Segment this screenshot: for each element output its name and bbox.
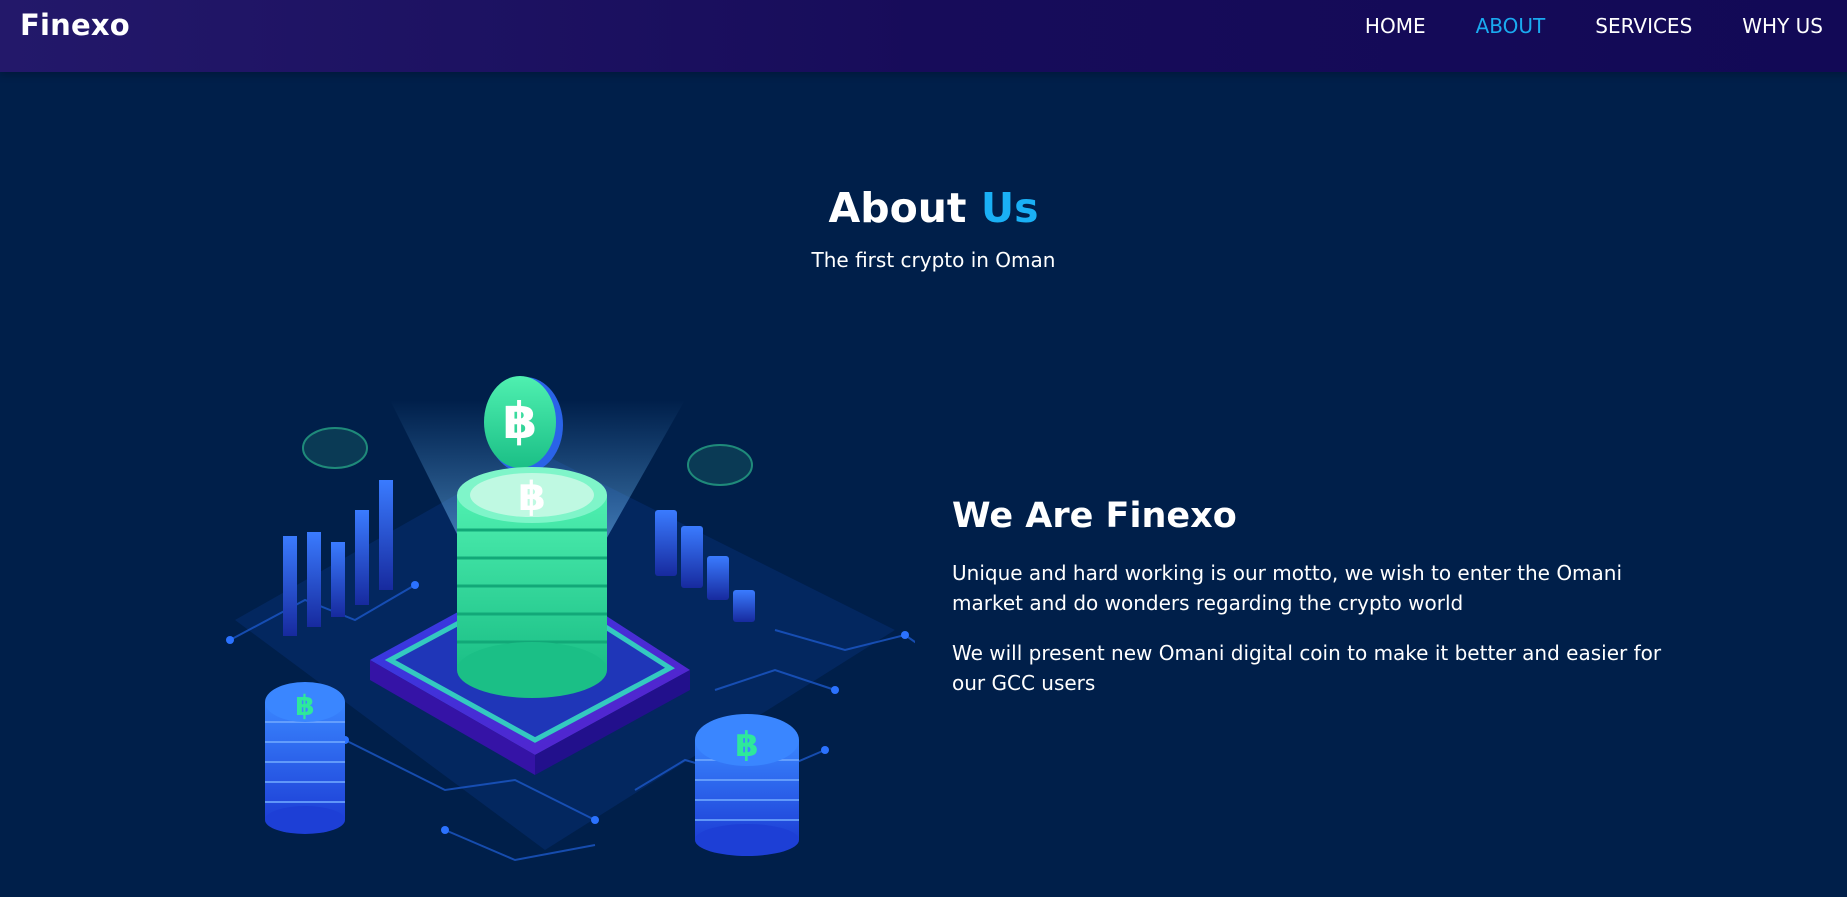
navbar: Finexo HOME ABOUT SERVICES WHY US	[0, 0, 1847, 72]
main-nav: HOME ABOUT SERVICES WHY US	[1365, 12, 1823, 40]
about-heading-main: About	[828, 184, 967, 232]
nav-home[interactable]: HOME	[1365, 12, 1426, 40]
about-content: We Are Finexo Unique and hard working is…	[952, 496, 1662, 718]
svg-text:฿: ฿	[518, 474, 546, 520]
nav-services[interactable]: SERVICES	[1595, 12, 1692, 40]
about-content-heading: We Are Finexo	[952, 496, 1237, 536]
about-heading-accent: Us	[980, 184, 1039, 232]
svg-text:฿: ฿	[295, 689, 314, 722]
about-subtitle: The first crypto in Oman	[811, 248, 1056, 272]
about-paragraph-2: We will present new Omani digital coin t…	[952, 641, 1662, 695]
svg-text:฿: ฿	[735, 725, 759, 765]
crypto-illustration: ฿ ฿ ฿ ฿	[215, 330, 956, 890]
nav-about[interactable]: ABOUT	[1476, 12, 1546, 40]
brand-logo[interactable]: Finexo	[20, 8, 130, 42]
crypto-coin-illustration-icon: ฿ ฿ ฿ ฿	[226, 376, 956, 862]
nav-why-us[interactable]: WHY US	[1742, 12, 1823, 40]
svg-text:฿: ฿	[503, 392, 538, 450]
about-heading: About Us	[0, 184, 1847, 232]
about-paragraph-1: Unique and hard working is our motto, we…	[952, 561, 1623, 615]
